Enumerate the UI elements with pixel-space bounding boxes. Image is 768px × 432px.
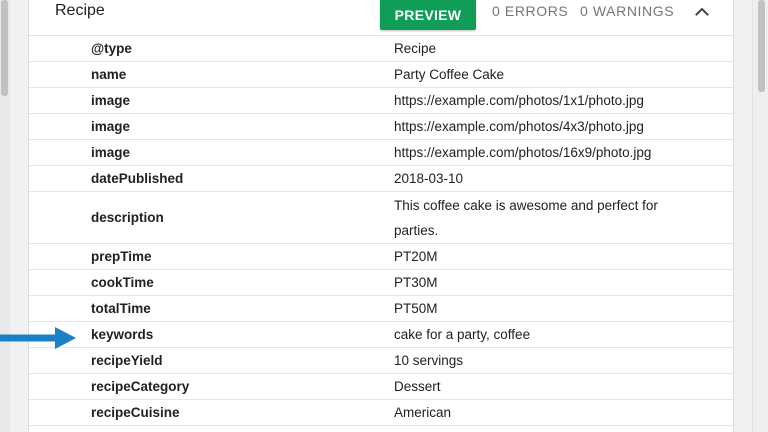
property-name: recipeCategory bbox=[91, 379, 190, 394]
property-value: Party Coffee Cake bbox=[394, 67, 505, 82]
errors-count: 0 ERRORS bbox=[492, 3, 569, 19]
property-value: PT50M bbox=[394, 301, 438, 316]
card-title: Recipe bbox=[55, 2, 105, 19]
property-name: image bbox=[91, 145, 131, 160]
property-value: American bbox=[394, 405, 452, 420]
property-value: https://example.com/photos/1x1/photo.jpg bbox=[394, 93, 644, 108]
property-value: 2018-03-10 bbox=[394, 171, 464, 186]
property-name: recipeCuisine bbox=[91, 405, 180, 420]
property-row-highlighted: keywords cake for a party, coffee bbox=[29, 322, 733, 348]
property-name: description bbox=[91, 210, 164, 225]
property-name: prepTime bbox=[91, 249, 152, 264]
property-row: recipeCategory Dessert bbox=[29, 374, 733, 400]
property-row: cookTime PT30M bbox=[29, 270, 733, 296]
property-name: @type bbox=[91, 41, 132, 56]
structured-data-card: Recipe PREVIEW 0 ERRORS 0 WARNINGS @type… bbox=[28, 0, 734, 432]
property-value: This coffee cake is awesome and perfect … bbox=[394, 197, 658, 238]
property-name: keywords bbox=[91, 327, 154, 342]
property-name: image bbox=[91, 93, 131, 108]
property-row: recipeYield 10 servings bbox=[29, 348, 733, 374]
left-scrollbar[interactable] bbox=[0, 0, 10, 432]
property-name: recipeYield bbox=[91, 353, 163, 368]
property-row: image https://example.com/photos/4x3/pho… bbox=[29, 114, 733, 140]
property-row: prepTime PT20M bbox=[29, 244, 733, 270]
property-name: name bbox=[91, 67, 127, 82]
property-row: datePublished 2018-03-10 bbox=[29, 166, 733, 192]
property-row: totalTime PT50M bbox=[29, 296, 733, 322]
property-value: https://example.com/photos/16x9/photo.jp… bbox=[394, 145, 652, 160]
property-name: image bbox=[91, 119, 131, 134]
property-value: Dessert bbox=[394, 379, 441, 394]
property-row: name Party Coffee Cake bbox=[29, 62, 733, 88]
property-name: cookTime bbox=[91, 275, 154, 290]
property-value: cake for a party, coffee bbox=[394, 327, 531, 342]
right-scrollbar[interactable] bbox=[752, 0, 768, 432]
left-scroll-thumb[interactable] bbox=[1, 0, 8, 96]
property-row: description This coffee cake is awesome … bbox=[29, 192, 733, 244]
property-table: @type Recipe name Party Coffee Cake imag… bbox=[29, 36, 733, 426]
arrow-right-icon bbox=[0, 327, 76, 349]
property-value: PT30M bbox=[394, 275, 438, 290]
property-row: @type Recipe bbox=[29, 36, 733, 62]
page: Recipe PREVIEW 0 ERRORS 0 WARNINGS @type… bbox=[0, 0, 768, 432]
property-value: https://example.com/photos/4x3/photo.jpg bbox=[394, 119, 644, 134]
property-row: recipeCuisine American bbox=[29, 400, 733, 426]
right-scroll-thumb[interactable] bbox=[758, 0, 765, 92]
card-header: Recipe PREVIEW 0 ERRORS 0 WARNINGS bbox=[29, 0, 733, 36]
property-row: image https://example.com/photos/1x1/pho… bbox=[29, 88, 733, 114]
preview-button[interactable]: PREVIEW bbox=[380, 0, 476, 30]
property-value: PT20M bbox=[394, 249, 438, 264]
property-value: Recipe bbox=[394, 41, 437, 56]
warnings-count: 0 WARNINGS bbox=[580, 3, 675, 19]
chevron-up-icon[interactable] bbox=[692, 2, 712, 20]
property-name: totalTime bbox=[91, 301, 151, 316]
property-row: image https://example.com/photos/16x9/ph… bbox=[29, 140, 733, 166]
property-value: 10 servings bbox=[394, 353, 464, 368]
property-name: datePublished bbox=[91, 171, 184, 186]
